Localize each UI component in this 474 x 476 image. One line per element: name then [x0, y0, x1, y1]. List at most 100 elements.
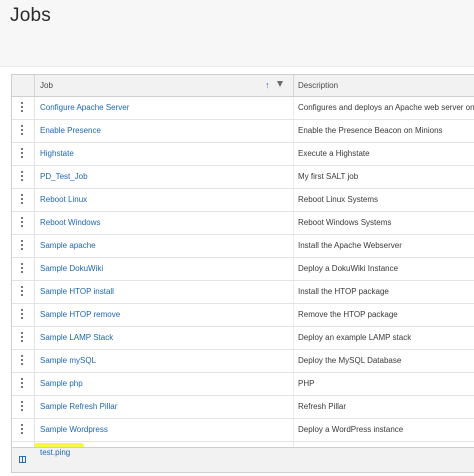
row-action-cell [12, 373, 35, 395]
job-description: Refresh Pillar [298, 402, 347, 411]
page-header: Jobs [0, 0, 474, 67]
row-action-cell [12, 258, 35, 280]
kebab-menu-icon[interactable] [21, 194, 24, 206]
column-divider [293, 281, 294, 303]
column-header-description[interactable]: Description [298, 81, 338, 90]
job-name-link[interactable]: Sample HTOP install [40, 287, 114, 296]
kebab-menu-icon[interactable] [21, 309, 24, 321]
row-action-cell [12, 166, 35, 188]
column-header-job[interactable]: Job [40, 81, 53, 90]
row-action-cell [12, 396, 35, 418]
column-divider [293, 327, 294, 349]
row-action-cell [12, 327, 35, 349]
table-row[interactable]: Highstate Execute a Highstate [12, 143, 474, 166]
table-row[interactable]: Sample LAMP Stack Deploy an example LAMP … [12, 327, 474, 350]
sort-ascending-icon[interactable]: ↑ [265, 80, 270, 90]
table-row[interactable]: PD_Test_Job My first SALT job [12, 166, 474, 189]
job-description: Reboot Linux Systems [298, 195, 379, 204]
table-row[interactable]: Sample DokuWiki Deploy a DokuWiki Instanc… [12, 258, 474, 281]
table-row[interactable]: Configure Apache Server Configures and de… [12, 97, 474, 120]
job-name-link[interactable]: PD_Test_Job [40, 172, 88, 181]
filter-icon[interactable] [277, 81, 283, 87]
table-row[interactable]: Sample HTOP remove Remove the HTOP packag… [12, 304, 474, 327]
kebab-menu-icon[interactable] [21, 424, 24, 436]
job-name-link[interactable]: test.ping [40, 448, 70, 457]
job-description: Install the Apache Webserver [298, 241, 402, 250]
row-action-cell [12, 281, 35, 303]
table-row[interactable]: Sample HTOP install Install the HTOP pack… [12, 281, 474, 304]
job-description: Deploy a DokuWiki Instance [298, 264, 399, 273]
job-name-link[interactable]: Reboot Windows [40, 218, 100, 227]
job-name-link[interactable]: Configure Apache Server [40, 103, 129, 112]
job-description: Configures and deploys an Apache web ser… [298, 103, 474, 112]
column-divider [293, 120, 294, 142]
column-divider [293, 350, 294, 372]
row-action-cell [12, 419, 35, 441]
column-divider [293, 212, 294, 234]
table-row[interactable]: Sample Refresh Pillar Refresh Pillar [12, 396, 474, 419]
row-action-cell [12, 97, 35, 119]
kebab-menu-icon[interactable] [21, 171, 24, 183]
table-row[interactable]: Sample mySQL Deploy the MySQL Database [12, 350, 474, 373]
job-name-link[interactable]: Sample mySQL [40, 356, 96, 365]
job-name-link[interactable]: Reboot Linux [40, 195, 87, 204]
column-divider [293, 97, 294, 119]
job-name-link[interactable]: Sample LAMP Stack [40, 333, 113, 342]
column-divider [293, 304, 294, 326]
kebab-menu-icon[interactable] [21, 217, 24, 229]
job-description: Reboot Windows Systems [298, 218, 392, 227]
job-description: Deploy the MySQL Database [298, 356, 402, 365]
job-name-link[interactable]: Sample DokuWiki [40, 264, 103, 273]
job-name-link[interactable]: Sample Wordpress [40, 425, 108, 434]
page-title: Jobs [10, 5, 51, 26]
kebab-menu-icon[interactable] [21, 125, 24, 137]
column-divider [293, 258, 294, 280]
table-row[interactable]: Sample php PHP [12, 373, 474, 396]
table-row[interactable]: Reboot Linux Reboot Linux Systems [12, 189, 474, 212]
row-action-cell [12, 189, 35, 211]
column-divider[interactable] [293, 75, 294, 96]
kebab-menu-icon[interactable] [21, 286, 24, 298]
kebab-menu-icon[interactable] [21, 332, 24, 344]
kebab-menu-icon[interactable] [21, 355, 24, 367]
kebab-menu-icon[interactable] [21, 401, 24, 413]
job-description: PHP [298, 379, 315, 388]
table-row[interactable]: Reboot Windows Reboot Windows Systems [12, 212, 474, 235]
kebab-menu-icon[interactable] [21, 263, 24, 275]
table-header: Job ↑ Description [12, 75, 474, 97]
row-action-cell [12, 120, 35, 142]
jobs-datagrid: Job ↑ Description Configure Apache Serve… [11, 74, 474, 473]
table-body: Configure Apache Server Configures and de… [12, 97, 474, 465]
column-divider [293, 143, 294, 165]
job-description: Remove the HTOP package [298, 310, 398, 319]
job-description: Install the HTOP package [298, 287, 389, 296]
job-name-link[interactable]: Sample HTOP remove [40, 310, 120, 319]
column-divider [293, 235, 294, 257]
job-description: Deploy an example LAMP stack [298, 333, 412, 342]
table-row[interactable]: Enable Presence Enable the Presence Beaco… [12, 120, 474, 143]
job-description: Execute a Highstate [298, 149, 370, 158]
column-divider [293, 189, 294, 211]
job-description: My first SALT job [298, 172, 359, 181]
job-name-link[interactable]: Sample apache [40, 241, 96, 250]
kebab-menu-icon[interactable] [21, 102, 24, 114]
column-divider [293, 396, 294, 418]
job-name-link[interactable]: Sample php [40, 379, 83, 388]
kebab-menu-icon[interactable] [21, 148, 24, 160]
table-footer [12, 447, 474, 472]
job-name-link[interactable]: Sample Refresh Pillar [40, 402, 117, 411]
row-action-cell [12, 143, 35, 165]
table-row[interactable]: Sample apache Install the Apache Webserve… [12, 235, 474, 258]
row-action-cell [12, 212, 35, 234]
job-name-link[interactable]: Highstate [40, 149, 74, 158]
column-divider [293, 373, 294, 395]
kebab-menu-icon[interactable] [21, 378, 24, 390]
kebab-menu-icon[interactable] [21, 240, 24, 252]
header-action-cell [12, 75, 35, 96]
row-action-cell [12, 304, 35, 326]
row-action-cell [12, 350, 35, 372]
job-name-link[interactable]: Enable Presence [40, 126, 101, 135]
column-divider [293, 419, 294, 441]
table-row[interactable]: Sample Wordpress Deploy a WordPress insta… [12, 419, 474, 442]
columns-icon[interactable] [19, 456, 26, 463]
